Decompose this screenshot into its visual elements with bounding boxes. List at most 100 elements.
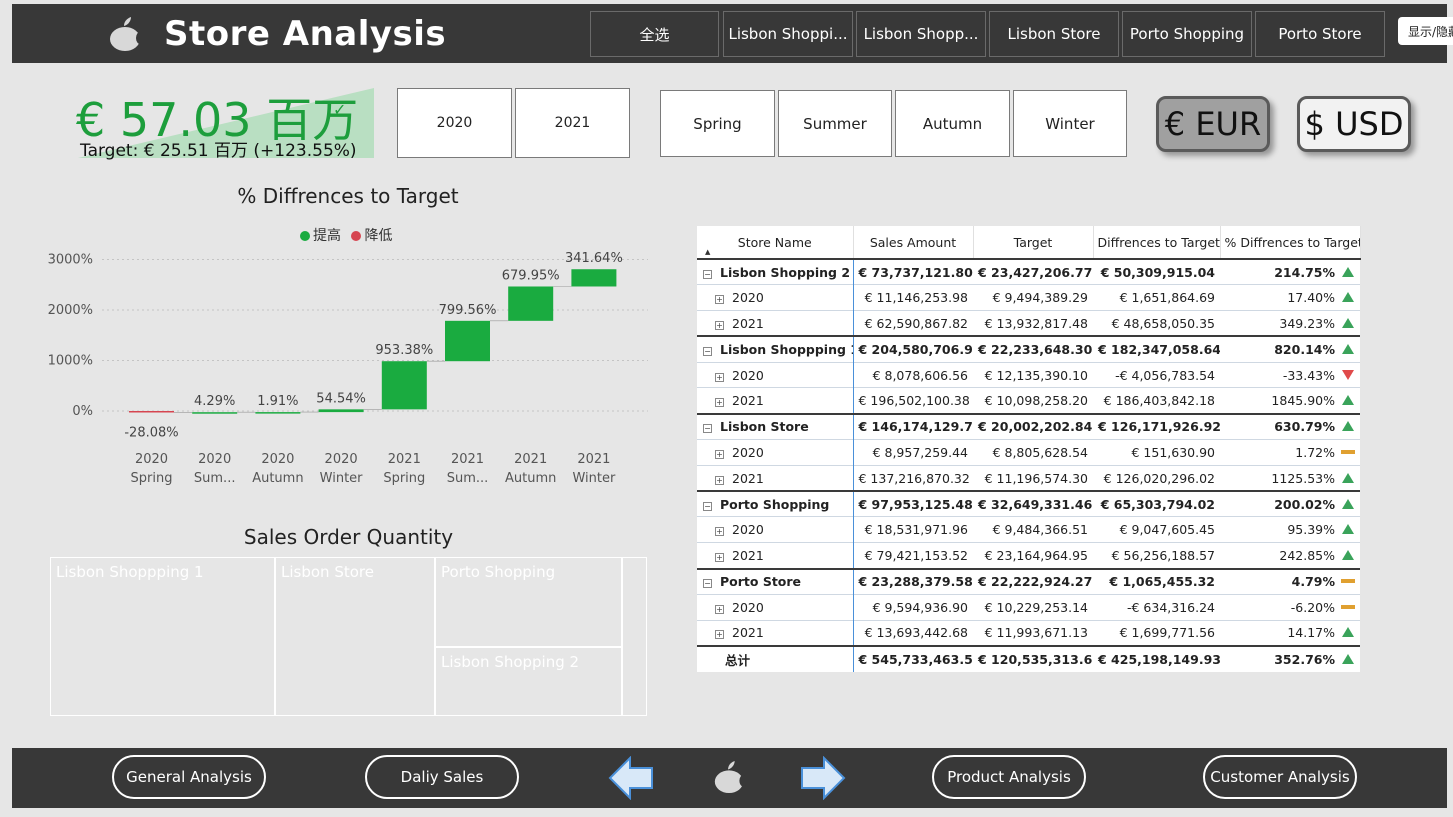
- expand-icon[interactable]: +: [715, 604, 724, 614]
- sort-arrow-icon[interactable]: ▲: [705, 248, 710, 256]
- show-hide-button[interactable]: 显示/隐藏: [1398, 17, 1453, 45]
- year-slicer-2021[interactable]: 2021: [515, 88, 630, 158]
- customer-analysis-button[interactable]: Customer Analysis: [1203, 755, 1357, 799]
- row-label: 2021: [732, 470, 764, 486]
- column-header[interactable]: Target: [973, 226, 1094, 259]
- cell-diff: € 9,047,605.45: [1093, 516, 1220, 543]
- expand-icon[interactable]: +: [715, 398, 724, 408]
- expand-icon[interactable]: +: [715, 475, 724, 485]
- treemap-cell-lisbon-shopping-1[interactable]: Lisbon Shoppping 1: [50, 557, 275, 716]
- cell-pct: 1.72%: [1220, 439, 1360, 466]
- y-tick-label: 0%: [72, 404, 93, 419]
- store-slicer-select-all[interactable]: 全选: [590, 11, 719, 57]
- waterfall-bar[interactable]: [508, 286, 554, 321]
- treemap-cell-porto-shopping[interactable]: Porto Shopping: [435, 557, 622, 647]
- data-label: 1.91%: [257, 394, 298, 409]
- cell-target-value: € 22,222,924.27: [978, 574, 1093, 590]
- cell-diff-value: -€ 4,056,783.54: [1115, 367, 1215, 383]
- waterfall-bar[interactable]: [571, 269, 617, 287]
- cell-target: € 23,164,964.95: [973, 542, 1093, 569]
- expand-icon[interactable]: +: [715, 630, 724, 640]
- column-header[interactable]: Diffrences to Target: [1093, 226, 1221, 259]
- cell-target: € 22,222,924.27: [973, 567, 1093, 595]
- product-analysis-button[interactable]: Product Analysis: [932, 755, 1086, 799]
- collapse-icon[interactable]: −: [703, 347, 712, 357]
- cell-sales: € 11,146,253.98: [853, 284, 973, 311]
- year-slicer-2020[interactable]: 2020: [397, 88, 512, 158]
- store-slicer-lisbon-shopping-1[interactable]: Lisbon Shoppi...: [723, 11, 853, 57]
- row-label: Lisbon Shoppping 1: [720, 342, 853, 358]
- cell-target-value: € 32,649,331.46: [978, 496, 1093, 512]
- cell-pct: 14.17%: [1220, 619, 1360, 646]
- row-label-cell: +2021: [697, 310, 854, 337]
- currency-eur-button[interactable]: € EUR: [1156, 96, 1270, 152]
- column-header[interactable]: Sales Amount: [853, 226, 974, 259]
- cell-sales: € 137,216,870.32: [853, 464, 973, 492]
- season-slicer-autumn[interactable]: Autumn: [895, 90, 1010, 157]
- x-tick-label-season: Sum...: [194, 471, 236, 486]
- table-row: +2021 € 79,421,153.52 € 23,164,964.95 € 56,…: [697, 542, 1360, 569]
- waterfall-bar[interactable]: [445, 320, 490, 362]
- trend-down-icon: [1342, 369, 1354, 380]
- season-slicer-spring[interactable]: Spring: [660, 90, 775, 157]
- row-label: Lisbon Store: [720, 419, 809, 435]
- x-tick-label-season: Winter: [572, 471, 616, 486]
- store-slicer-porto-shopping[interactable]: Porto Shopping: [1122, 11, 1252, 57]
- store-slicer-porto-store[interactable]: Porto Store: [1255, 11, 1385, 57]
- trend-up-icon: [1342, 292, 1354, 303]
- season-slicer-summer[interactable]: Summer: [778, 90, 892, 157]
- cell-target: € 20,002,202.84: [973, 412, 1093, 440]
- waterfall-bar[interactable]: [192, 412, 238, 414]
- row-label: 2021: [732, 547, 764, 563]
- waterfall-bar[interactable]: [318, 409, 364, 413]
- cell-diff: € 1,699,771.56: [1093, 619, 1220, 646]
- row-label-cell: +2020: [697, 593, 854, 621]
- general-analysis-button[interactable]: General Analysis: [112, 755, 266, 799]
- column-header[interactable]: % Diffrences to Target: [1220, 226, 1361, 259]
- cell-pct: 4.79%: [1220, 567, 1360, 595]
- collapse-icon[interactable]: −: [703, 424, 712, 434]
- cell-pct-value: 95.39%: [1287, 522, 1335, 538]
- collapse-icon[interactable]: −: [703, 501, 712, 511]
- waterfall-bar[interactable]: [255, 412, 301, 414]
- waterfall-bar[interactable]: [129, 411, 174, 413]
- cell-pct: 242.85%: [1220, 542, 1360, 569]
- collapse-icon[interactable]: −: [703, 269, 712, 279]
- currency-usd-button[interactable]: $ USD: [1297, 96, 1411, 152]
- legend-decrease-label: 降低: [364, 228, 393, 244]
- treemap-cell-lisbon-store[interactable]: Lisbon Store: [275, 557, 435, 716]
- cell-target-value: € 10,098,258.20: [984, 393, 1088, 409]
- kpi-target-text: Target: € 25.51 百万 (+123.55%): [80, 141, 357, 161]
- waterfall-bar[interactable]: [381, 361, 427, 410]
- trend-up-icon: [1342, 653, 1354, 664]
- expand-icon[interactable]: +: [715, 527, 724, 537]
- cell-diff: € 126,020,296.02: [1093, 464, 1220, 492]
- expand-icon[interactable]: +: [715, 295, 724, 305]
- treemap-cell-lisbon-shopping-2[interactable]: Lisbon Shopping 2: [435, 647, 622, 716]
- cell-pct: 630.79%: [1220, 412, 1360, 440]
- column-header[interactable]: Store Name: [697, 226, 854, 259]
- cell-pct: -33.43%: [1220, 361, 1360, 388]
- store-slicer-lisbon-store[interactable]: Lisbon Store: [989, 11, 1119, 57]
- treemap-cell-porto-store[interactable]: [622, 557, 647, 716]
- expand-icon[interactable]: +: [715, 552, 724, 562]
- expand-icon[interactable]: +: [715, 372, 724, 382]
- row-label-cell: +2020: [697, 361, 854, 388]
- cell-sales: € 23,288,379.58: [853, 567, 973, 595]
- store-slicer-lisbon-shopping-2[interactable]: Lisbon Shopp...: [856, 11, 986, 57]
- cell-target: € 23,427,206.77: [973, 258, 1093, 285]
- collapse-icon[interactable]: −: [703, 579, 712, 589]
- back-arrow-icon[interactable]: [608, 756, 654, 800]
- forward-arrow-icon[interactable]: [800, 756, 846, 800]
- cell-sales: € 97,953,125.48: [853, 490, 973, 517]
- row-label: Porto Shopping: [720, 496, 830, 512]
- expand-icon[interactable]: +: [715, 449, 724, 459]
- y-tick-label: 1000%: [48, 354, 93, 369]
- home-apple-icon[interactable]: [712, 758, 746, 796]
- cell-target-value: € 11,993,671.13: [984, 625, 1088, 641]
- daily-sales-button[interactable]: Daliy Sales: [365, 755, 519, 799]
- cell-diff: -€ 4,056,783.54: [1093, 361, 1220, 388]
- expand-icon[interactable]: +: [715, 320, 724, 330]
- season-slicer-winter[interactable]: Winter: [1013, 90, 1127, 157]
- cell-sales-value: € 79,421,153.52: [864, 547, 968, 563]
